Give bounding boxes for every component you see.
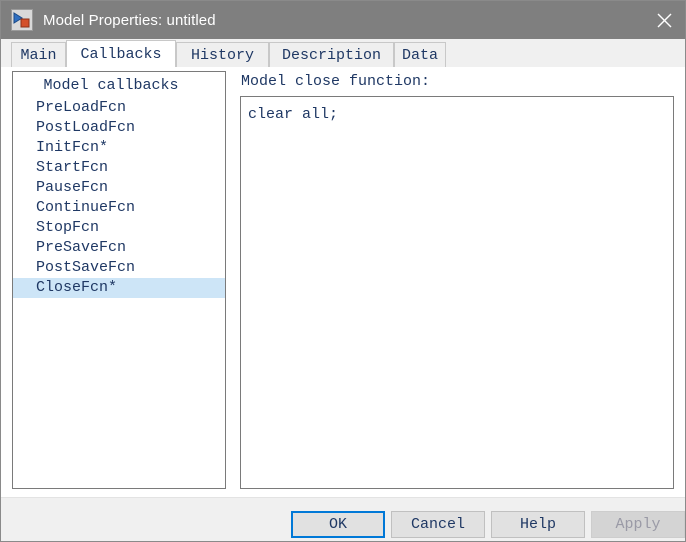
list-item[interactable]: PauseFcn	[13, 178, 225, 198]
list-item[interactable]: PostLoadFcn	[13, 118, 225, 138]
tab-content-callbacks: Model callbacks PreLoadFcn PostLoadFcn Ini…	[1, 67, 685, 497]
list-item[interactable]: PostSaveFcn	[13, 258, 225, 278]
tab-label: Callbacks	[80, 45, 162, 63]
model-properties-dialog: Model Properties: untitled Main Callbacks…	[0, 0, 686, 542]
callback-list-header: Model callbacks	[43, 77, 179, 94]
apply-button: Apply	[591, 511, 685, 538]
tab-strip: Main Callbacks History Description Data	[1, 39, 685, 68]
ok-button[interactable]: OK	[291, 511, 385, 538]
tab-label: Description	[281, 46, 382, 64]
list-item[interactable]: CloseFcn*	[13, 278, 225, 298]
button-label: Cancel	[410, 516, 465, 533]
tab-description[interactable]: Description	[269, 42, 394, 67]
callback-list[interactable]: Model callbacks PreLoadFcn PostLoadFcn Ini…	[12, 71, 226, 489]
tab-main[interactable]: Main	[11, 42, 66, 67]
callback-items-container: PreLoadFcn PostLoadFcn InitFcn* StartFcn Pau…	[13, 98, 225, 298]
tab-callbacks[interactable]: Callbacks	[66, 40, 176, 67]
list-item[interactable]: PreLoadFcn	[13, 98, 225, 118]
function-label: Model close function:	[241, 73, 431, 90]
list-item[interactable]: ContinueFcn	[13, 198, 225, 218]
title-bar: Model Properties: untitled	[1, 1, 685, 39]
tab-history[interactable]: History	[176, 42, 269, 67]
button-label: OK	[328, 516, 347, 533]
function-code-text: clear all;	[248, 106, 339, 123]
help-button[interactable]: Help	[491, 511, 585, 538]
list-item[interactable]: StopFcn	[13, 218, 225, 238]
tab-data[interactable]: Data	[394, 42, 446, 67]
list-item[interactable]: StartFcn	[13, 158, 225, 178]
close-icon[interactable]	[641, 1, 685, 39]
list-item[interactable]: InitFcn*	[13, 138, 225, 158]
window-title: Model Properties: untitled	[43, 11, 216, 29]
button-label: Help	[519, 516, 556, 533]
function-code-editor[interactable]: clear all;	[240, 96, 674, 489]
simulink-model-icon	[11, 9, 33, 31]
list-item[interactable]: PreSaveFcn	[13, 238, 225, 258]
tab-label: History	[190, 46, 254, 64]
dialog-button-bar: OK Cancel Help Apply	[1, 497, 685, 541]
cancel-button[interactable]: Cancel	[391, 511, 485, 538]
button-label: Apply	[615, 516, 661, 533]
tab-label: Data	[401, 46, 438, 64]
tab-label: Main	[20, 46, 57, 64]
